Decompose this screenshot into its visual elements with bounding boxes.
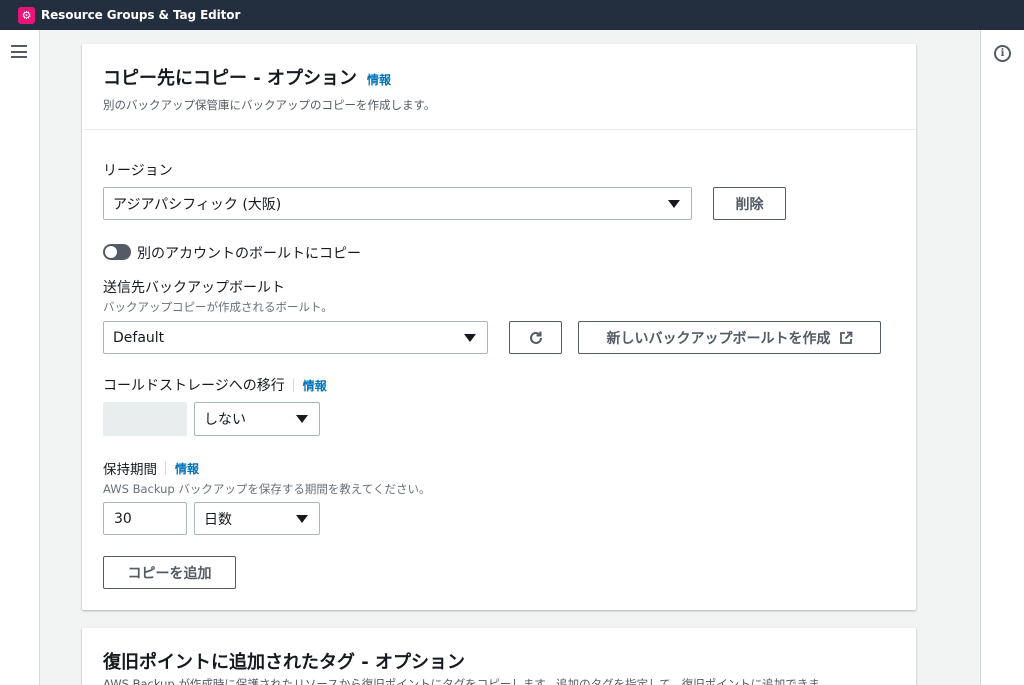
app-title: Resource Groups & Tag Editor	[41, 8, 241, 22]
cold-storage-select-value: しない	[204, 412, 246, 428]
cold-storage-caret-icon	[296, 415, 308, 423]
cold-storage-amount-input	[103, 402, 187, 436]
retention-info-link[interactable]: 情報	[175, 460, 199, 477]
info-icon[interactable]: i	[994, 45, 1011, 62]
copy-panel-description: 別のバックアップ保管庫にバックアップのコピーを作成します。	[103, 98, 436, 112]
region-select-value: アジアパシフィック (大阪)	[113, 196, 282, 213]
vault-caret-icon	[464, 333, 476, 342]
create-vault-label: 新しいバックアップボールトを作成	[606, 330, 831, 347]
recovery-point-tags-panel: 復旧ポイントに追加されたタグ - オプション AWS Backup が作成時に保…	[82, 628, 916, 685]
cold-storage-select[interactable]: しない	[194, 402, 320, 436]
cold-storage-info-link[interactable]: 情報	[303, 377, 327, 394]
retention-unit-value: 日数	[204, 511, 232, 528]
copy-to-destination-panel: コピー先にコピー - オプション 情報 別のバックアップ保管庫にバックアップのコ…	[82, 44, 916, 610]
toggle-knob	[105, 246, 117, 258]
menu-icon[interactable]	[11, 45, 27, 58]
retention-label: 保持期間	[103, 462, 157, 478]
copy-info-link[interactable]: 情報	[367, 71, 391, 88]
copy-panel-header: コピー先にコピー - オプション 情報 別のバックアップ保管庫にバックアップのコ…	[82, 44, 916, 130]
destination-vault-label: 送信先バックアップボールト	[103, 280, 285, 296]
retention-period-input[interactable]: 30	[103, 502, 187, 535]
retention-period-value: 30	[114, 510, 132, 527]
cold-storage-label: コールドストレージへの移行	[103, 378, 285, 394]
copy-other-account-toggle[interactable]	[103, 244, 131, 260]
retention-unit-select[interactable]: 日数	[194, 502, 320, 535]
top-bar: ⚙ Resource Groups & Tag Editor	[0, 0, 1024, 30]
destination-vault-select[interactable]: Default	[103, 321, 488, 354]
tags-panel-title: 復旧ポイントに追加されたタグ - オプション	[103, 652, 466, 673]
right-help-panel: i	[980, 30, 1024, 685]
region-label: リージョン	[103, 163, 173, 179]
region-caret-icon	[668, 199, 680, 208]
copy-other-account-label: 別のアカウントのボールトにコピー	[137, 246, 361, 262]
retention-description: AWS Backup バックアップを保存する期間を教えてください。	[103, 482, 431, 496]
region-select[interactable]: アジアパシフィック (大阪)	[103, 187, 692, 220]
retention-caret-icon	[296, 514, 308, 523]
external-link-icon	[839, 331, 852, 344]
refresh-button[interactable]	[509, 321, 562, 354]
retention-label-row: 保持期間 情報	[103, 458, 199, 478]
refresh-icon	[529, 331, 542, 344]
create-vault-button[interactable]: 新しいバックアップボールトを作成	[578, 321, 881, 354]
vault-select-value: Default	[113, 329, 165, 346]
resource-groups-logo-icon: ⚙	[18, 6, 35, 24]
copy-panel-title: コピー先にコピー - オプション	[103, 68, 358, 89]
destination-vault-description: バックアップコピーが作成されるボールト。	[103, 300, 333, 314]
tags-panel-description: AWS Backup が作成時に保護されたリソースから復旧ポイントにタグをコピー…	[103, 677, 820, 685]
remove-button[interactable]: 削除	[713, 187, 786, 220]
left-navigation	[0, 30, 40, 685]
add-copy-button[interactable]: コピーを追加	[103, 556, 236, 589]
cold-storage-label-row: コールドストレージへの移行 情報	[103, 375, 327, 395]
